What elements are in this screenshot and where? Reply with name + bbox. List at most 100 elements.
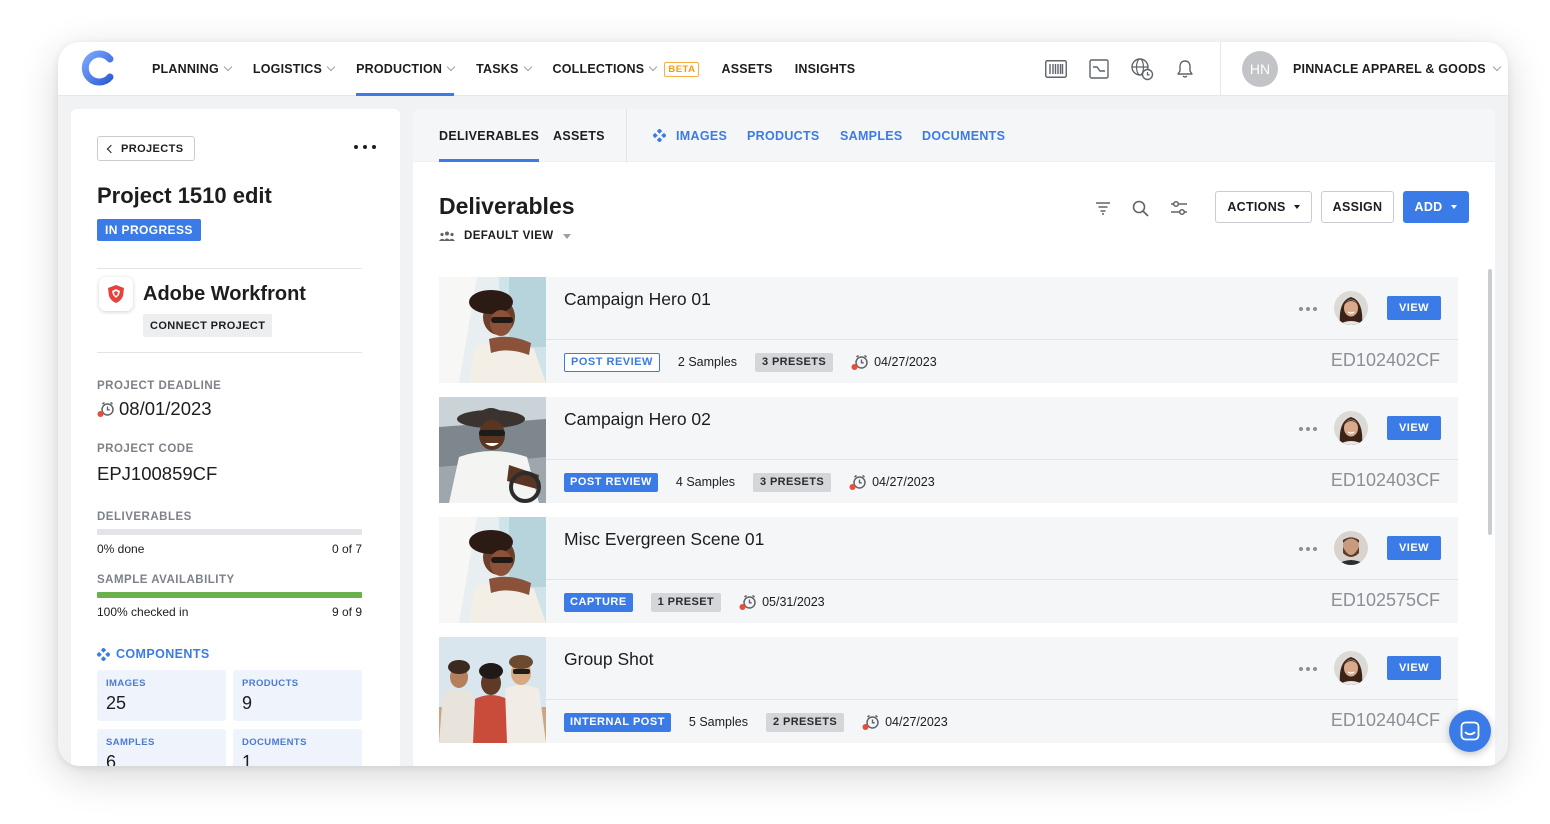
view-button[interactable]: VIEW <box>1387 656 1441 680</box>
presets-badge: 2 PRESETS <box>765 712 845 732</box>
tab-documents[interactable]: DOCUMENTS <box>922 109 1005 162</box>
view-selector[interactable]: DEFAULT VIEW <box>439 230 571 242</box>
tile-label: PRODUCTS <box>242 678 299 689</box>
tab-assets[interactable]: ASSETS <box>553 109 605 162</box>
actions-label: ACTIONS <box>1227 200 1286 214</box>
view-button[interactable]: VIEW <box>1387 296 1441 320</box>
deliverables-list: Campaign Hero 01 VIEW POST REVIEW 2 Samples… <box>439 277 1458 766</box>
nav-item-production[interactable]: PRODUCTION <box>356 42 456 96</box>
row-more-icon[interactable] <box>1299 306 1317 312</box>
workfront-logo-icon <box>99 277 133 311</box>
nav-item-collections[interactable]: COLLECTIONS BETA <box>553 42 700 96</box>
status-badge: INTERNAL POST <box>564 712 671 732</box>
tile-products[interactable]: PRODUCTS 9 <box>233 670 362 721</box>
status-badge: POST REVIEW <box>564 352 660 372</box>
account-avatar: HN <box>1242 51 1278 87</box>
deliverable-thumbnail[interactable] <box>439 637 546 743</box>
deliverable-row[interactable]: Misc Evergreen Scene 01 VIEW CAPTURE 1 PRES… <box>439 517 1458 623</box>
view-button[interactable]: VIEW <box>1387 416 1441 440</box>
alarm-icon <box>97 401 114 417</box>
deliverable-title: Group Shot <box>564 649 654 669</box>
nav-item-assets[interactable]: ASSETS <box>721 42 772 96</box>
chevron-down-icon <box>326 62 336 72</box>
row-more-icon[interactable] <box>1299 426 1317 432</box>
project-code-value: EPJ100859CF <box>97 463 218 484</box>
sliders-icon[interactable] <box>1168 197 1190 219</box>
presets-badge: 3 PRESETS <box>754 352 834 372</box>
row-more-icon[interactable] <box>1299 546 1317 552</box>
back-to-projects-button[interactable]: PROJECTS <box>97 136 195 161</box>
tab-images[interactable]: IMAGES <box>653 109 727 162</box>
alarm-icon <box>851 354 870 371</box>
deliverable-row[interactable]: Group Shot VIEW INTERNAL POST 5 Samples 2 PR… <box>439 637 1458 743</box>
chevron-down-icon <box>1492 62 1502 72</box>
assignee-avatar[interactable] <box>1334 411 1368 445</box>
deliverable-thumbnail[interactable] <box>439 277 546 383</box>
presets-badge: 3 PRESETS <box>752 472 832 492</box>
nav-item-label: ASSETS <box>721 62 773 76</box>
components-icon <box>653 129 666 142</box>
project-more-icon[interactable] <box>354 139 376 155</box>
nav-item-planning[interactable]: PLANNING <box>152 42 233 96</box>
chevron-down-icon <box>1293 205 1300 209</box>
deadline: 08/01/2023 <box>97 398 212 420</box>
row-more-icon[interactable] <box>1299 666 1317 672</box>
deliverable-meta: POST REVIEW 2 Samples 3 PRESETS 04/27/2023 <box>564 352 937 372</box>
account-menu[interactable]: HN PINNACLE APPAREL & GOODS <box>1242 51 1502 87</box>
availability-text: 100% checked in <box>97 605 189 619</box>
nav-divider <box>1220 42 1221 96</box>
deliverables-panel: DELIVERABLES ASSETS IMAGES PRODUCTS SAMP… <box>413 109 1495 766</box>
chat-button[interactable] <box>1449 710 1491 752</box>
search-icon[interactable] <box>1129 197 1151 219</box>
globe-clock-icon[interactable] <box>1128 55 1156 83</box>
connect-project-button[interactable]: CONNECT PROJECT <box>143 314 273 337</box>
tile-documents[interactable]: DOCUMENTS 1 <box>233 729 362 766</box>
deliverable-thumbnail[interactable] <box>439 517 546 623</box>
app-logo[interactable] <box>80 50 116 86</box>
add-button[interactable]: ADD <box>1403 191 1469 223</box>
deliverables-progress-bar <box>97 529 362 535</box>
scrollbar[interactable] <box>1488 269 1492 535</box>
deadline-label: PROJECT DEADLINE <box>97 380 222 392</box>
components-toggle[interactable]: COMPONENTS <box>97 647 210 661</box>
project-sidebar: PROJECTS Project 1510 edit IN PROGRESS A… <box>71 109 400 766</box>
assign-button[interactable]: ASSIGN <box>1321 191 1394 223</box>
barcode-icon[interactable] <box>1042 55 1070 83</box>
nav-item-tasks[interactable]: TASKS <box>476 42 532 96</box>
assignee-avatar[interactable] <box>1334 291 1368 325</box>
chevron-down-icon <box>649 62 658 72</box>
add-label: ADD <box>1414 200 1443 214</box>
samples-count: 2 Samples <box>677 355 737 369</box>
due-date: 04/27/2023 <box>851 354 937 371</box>
deliverable-title: Campaign Hero 02 <box>564 409 711 429</box>
deadline-value: 08/01/2023 <box>119 398 212 419</box>
tab-products[interactable]: PRODUCTS <box>747 109 820 162</box>
availability-count: 9 of 9 <box>331 605 362 619</box>
nav-item-label: LOGISTICS <box>252 62 323 76</box>
tab-samples[interactable]: SAMPLES <box>840 109 903 162</box>
view-label: DEFAULT VIEW <box>464 230 554 242</box>
tile-samples[interactable]: SAMPLES 6 <box>97 729 226 766</box>
assignee-avatar[interactable] <box>1334 531 1368 565</box>
deliverable-row[interactable]: Campaign Hero 02 VIEW POST REVIEW 4 Samples… <box>439 397 1458 503</box>
components-icon <box>97 647 110 661</box>
integration-name: Adobe Workfront <box>143 283 306 305</box>
tile-images[interactable]: IMAGES 25 <box>97 670 226 721</box>
actions-button[interactable]: ACTIONS <box>1215 191 1312 223</box>
nav-item-insights[interactable]: INSIGHTS <box>795 42 856 96</box>
tab-deliverables[interactable]: DELIVERABLES <box>439 109 540 162</box>
assignee-avatar[interactable] <box>1334 651 1368 685</box>
bell-icon[interactable] <box>1171 55 1199 83</box>
sample-availability-label: SAMPLE AVAILABILITY <box>97 574 235 586</box>
filter-icon[interactable] <box>1092 197 1114 219</box>
chart-icon[interactable] <box>1085 55 1113 83</box>
chevron-down-icon <box>223 62 233 72</box>
tile-value: 1 <box>242 752 253 766</box>
deliverable-row[interactable]: Campaign Hero 01 VIEW POST REVIEW 2 Samples… <box>439 277 1458 383</box>
deliverable-thumbnail[interactable] <box>439 397 546 503</box>
deliverable-code: ED102575CF <box>1330 590 1440 610</box>
tile-label: SAMPLES <box>106 737 155 748</box>
nav-item-logistics[interactable]: LOGISTICS <box>252 42 336 96</box>
view-button[interactable]: VIEW <box>1387 536 1441 560</box>
tile-label: DOCUMENTS <box>242 737 307 748</box>
